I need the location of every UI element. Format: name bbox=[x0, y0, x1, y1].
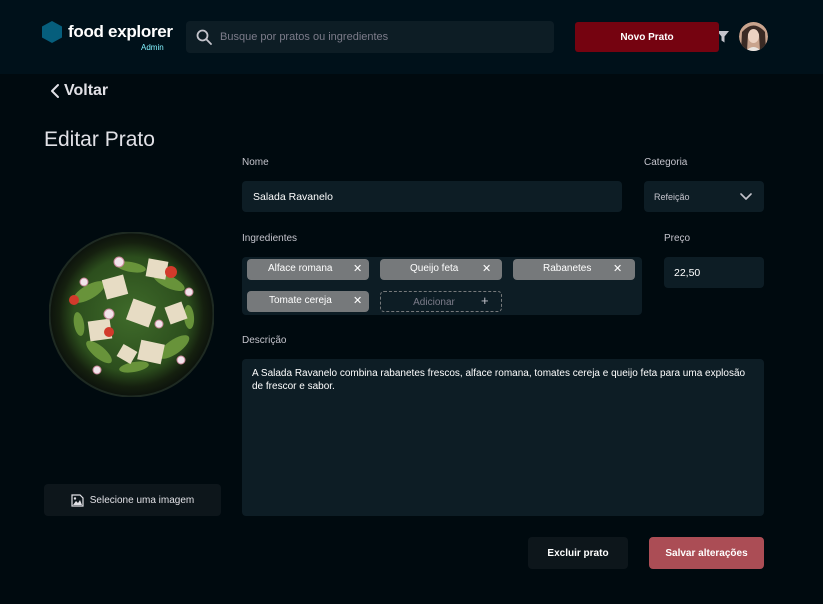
search-icon bbox=[196, 29, 212, 45]
dish-image bbox=[48, 231, 215, 398]
category-value: Refeição bbox=[654, 191, 690, 202]
description-label: Descrição bbox=[242, 335, 287, 346]
plus-icon[interactable]: + bbox=[481, 293, 489, 308]
top-header: food explorer Admin Novo Prato bbox=[0, 0, 823, 74]
remove-tag-icon[interactable]: ✕ bbox=[613, 262, 622, 275]
search-input[interactable] bbox=[220, 27, 520, 47]
logo[interactable]: food explorer bbox=[42, 21, 173, 43]
image-upload-icon bbox=[71, 493, 84, 507]
add-ingredient-tag: + bbox=[380, 291, 502, 312]
remove-tag-icon[interactable]: ✕ bbox=[353, 262, 362, 275]
hexagon-logo-icon bbox=[42, 21, 62, 43]
ingredient-tag-label: Alface romana bbox=[268, 263, 333, 274]
user-avatar[interactable] bbox=[739, 22, 768, 51]
new-dish-button[interactable]: Novo Prato bbox=[575, 22, 719, 52]
add-ingredient-input[interactable] bbox=[389, 294, 479, 310]
page-title: Editar Prato bbox=[44, 128, 155, 151]
price-label: Preço bbox=[664, 233, 691, 244]
back-label: Voltar bbox=[64, 82, 109, 99]
remove-tag-icon[interactable]: ✕ bbox=[482, 262, 491, 275]
category-select[interactable]: Refeição bbox=[644, 181, 764, 212]
ingredient-tag: Alface romana ✕ bbox=[247, 259, 369, 280]
price-field[interactable] bbox=[664, 257, 764, 288]
back-link[interactable]: Voltar bbox=[48, 82, 108, 100]
avatar-image bbox=[739, 22, 768, 51]
remove-tag-icon[interactable]: ✕ bbox=[353, 294, 362, 307]
description-field[interactable]: A Salada Ravanelo combina rabanetes fres… bbox=[242, 359, 764, 516]
ingredient-tag: Tomate cereja ✕ bbox=[247, 291, 369, 312]
chevron-left-icon bbox=[51, 84, 59, 98]
name-field[interactable] bbox=[242, 181, 622, 212]
ingredients-box: Alface romana ✕ Queijo feta ✕ Rabanetes … bbox=[242, 257, 642, 315]
salad-bowl-image bbox=[48, 231, 215, 398]
admin-badge: Admin bbox=[141, 43, 164, 52]
select-image-label: Selecione uma imagem bbox=[89, 494, 195, 506]
ingredient-tag: Queijo feta ✕ bbox=[380, 259, 502, 280]
ingredient-tag-label: Tomate cereja bbox=[269, 295, 332, 306]
ingredients-label: Ingredientes bbox=[242, 233, 298, 244]
ingredient-tag: Rabanetes ✕ bbox=[513, 259, 635, 280]
category-label: Categoria bbox=[644, 157, 688, 168]
search-bar[interactable] bbox=[186, 21, 729, 53]
ingredient-tag-label: Queijo feta bbox=[410, 263, 459, 274]
delete-dish-button[interactable]: Excluir prato bbox=[528, 537, 628, 569]
logo-text: food explorer bbox=[68, 22, 173, 41]
chevron-down-icon bbox=[740, 193, 752, 200]
save-changes-button[interactable]: Salvar alterações bbox=[649, 537, 764, 569]
name-label: Nome bbox=[242, 157, 269, 168]
ingredient-tag-label: Rabanetes bbox=[543, 263, 592, 274]
select-image-button[interactable]: Selecione uma imagem bbox=[44, 484, 221, 516]
